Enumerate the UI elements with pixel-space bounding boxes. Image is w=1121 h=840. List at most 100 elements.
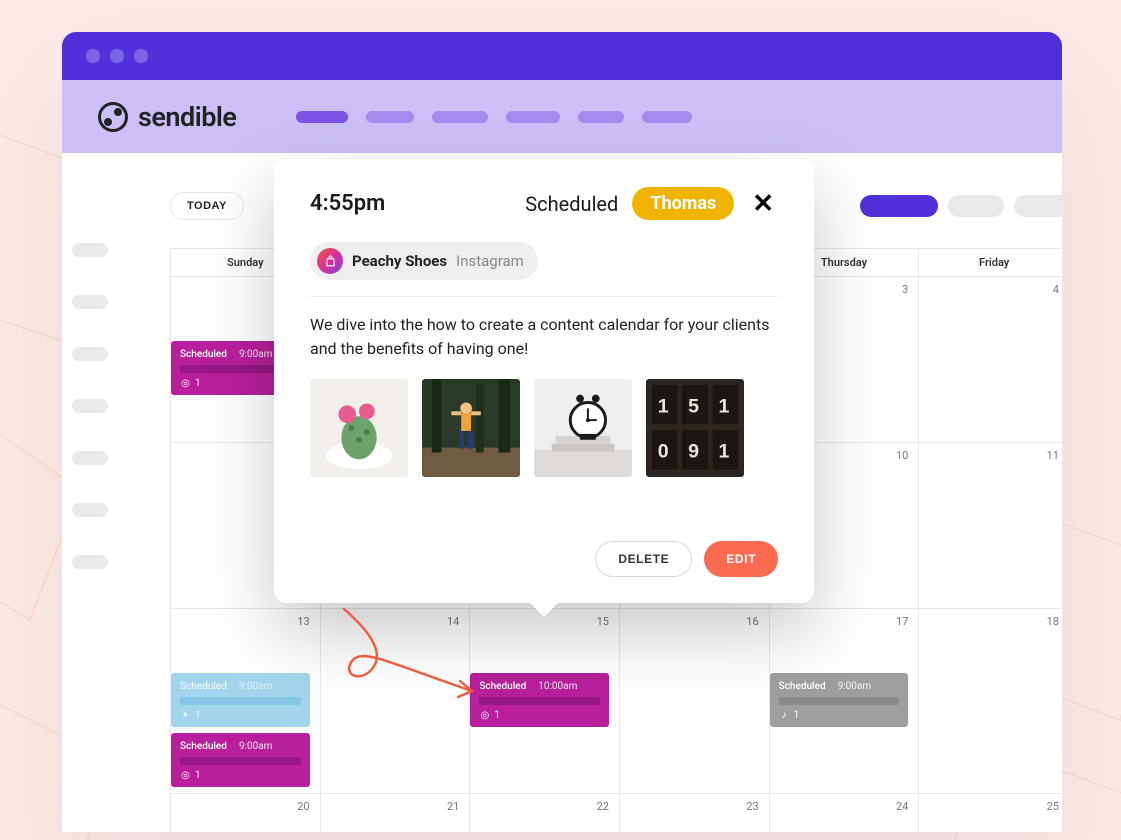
calendar-day[interactable]: 22 (470, 794, 620, 832)
nav-item[interactable] (366, 111, 414, 123)
window-title-bar (62, 32, 1062, 80)
sidebar-item[interactable] (72, 399, 108, 413)
calendar-day[interactable]: 25 (919, 794, 1062, 832)
account-name: Peachy Shoes (352, 252, 447, 270)
thumbnail-image[interactable] (422, 379, 520, 477)
svg-text:5: 5 (688, 395, 699, 417)
calendar-day[interactable]: 14 (321, 609, 471, 794)
traffic-light-dot[interactable] (86, 49, 100, 63)
canvas: sendible TODAY (0, 0, 1121, 840)
instagram-icon: ◎ (180, 378, 191, 389)
thumbnail-row: 151091 (310, 379, 778, 477)
traffic-light-dot[interactable] (134, 49, 148, 63)
calendar-day[interactable]: 15 Scheduled 10:00am ◎ 1 (470, 609, 620, 794)
nav-item[interactable] (296, 111, 348, 123)
event-status: Scheduled (479, 681, 526, 692)
brand-logo-icon (98, 102, 128, 132)
event-count: 1 (195, 378, 201, 389)
day-number: 3 (902, 283, 908, 296)
calendar-day[interactable]: 24 (770, 794, 920, 832)
delete-button[interactable]: DELETE (595, 541, 692, 577)
svg-text:1: 1 (658, 395, 669, 417)
event-popup: 4:55pm Scheduled Thomas ✕ Peachy Shoes I… (274, 159, 814, 603)
brand-name: sendible (138, 101, 236, 133)
calendar-day[interactable]: 17 Scheduled 9:00am ♪ 1 (770, 609, 920, 794)
calendar-day[interactable]: 13 Scheduled 9:00am ✦ 1 (171, 609, 321, 794)
calendar-row: 13 Scheduled 9:00am ✦ 1 (171, 609, 1062, 794)
day-number: 10 (896, 449, 908, 462)
svg-text:9: 9 (688, 440, 699, 462)
popup-actions: DELETE EDIT (310, 541, 778, 577)
calendar-row: 20 21 22 23 24 25 (171, 794, 1062, 832)
event-content-bar (180, 697, 301, 705)
event-time: 9:00am (838, 681, 872, 692)
instagram-icon: ◎ (479, 710, 490, 721)
sidebar-item[interactable] (72, 555, 108, 569)
today-button[interactable]: TODAY (170, 192, 244, 220)
calendar-day[interactable]: 4 (919, 277, 1062, 443)
shopping-bag-icon (317, 248, 343, 274)
calendar-day[interactable]: 21 (321, 794, 471, 832)
day-number: 22 (597, 800, 609, 813)
thumbnail-image[interactable] (310, 379, 408, 477)
account-chip[interactable]: Peachy Shoes Instagram (310, 242, 538, 280)
traffic-light-dot[interactable] (110, 49, 124, 63)
event-count: 1 (794, 710, 800, 721)
thumbnail-image[interactable] (534, 379, 632, 477)
divider (310, 296, 778, 297)
day-number: 15 (597, 615, 609, 628)
event-content-bar (479, 697, 600, 705)
event-time: 10:00am (538, 681, 577, 692)
event-time: 9:00am (239, 349, 273, 360)
twitter-icon: ✦ (180, 710, 191, 721)
event-time: 9:00am (239, 741, 273, 752)
sidebar-item[interactable] (72, 243, 108, 257)
day-number: 23 (746, 800, 758, 813)
event-status: Scheduled (180, 741, 227, 752)
day-number: 18 (1047, 615, 1059, 628)
nav-item[interactable] (578, 111, 624, 123)
event-card-instagram[interactable]: Scheduled 9:00am ◎ 1 (171, 733, 310, 787)
weekday-header: Friday (919, 249, 1062, 277)
calendar-day[interactable]: 23 (620, 794, 770, 832)
day-number: 13 (297, 615, 309, 628)
popup-body: We dive into the how to create a content… (310, 313, 778, 361)
sidebar-item[interactable] (72, 451, 108, 465)
day-number: 24 (896, 800, 908, 813)
tiktok-icon: ♪ (779, 710, 790, 721)
view-switcher (860, 195, 1062, 217)
sidebar-item[interactable] (72, 503, 108, 517)
brand[interactable]: sendible (98, 101, 236, 133)
thumbnail-image[interactable]: 151091 (646, 379, 744, 477)
close-icon[interactable]: ✕ (748, 189, 778, 219)
popup-status: Scheduled (525, 192, 618, 216)
event-status: Scheduled (180, 681, 227, 692)
event-card-twitter[interactable]: Scheduled 9:00am ✦ 1 (171, 673, 310, 727)
nav-item[interactable] (432, 111, 488, 123)
view-option[interactable] (1014, 195, 1062, 217)
calendar-day[interactable]: 11 (919, 443, 1062, 609)
popup-user-badge[interactable]: Thomas (632, 187, 734, 220)
svg-text:1: 1 (719, 440, 730, 462)
day-number: 20 (297, 800, 309, 813)
nav-item[interactable] (506, 111, 560, 123)
app-header: sendible (62, 80, 1062, 153)
calendar-day[interactable]: 16 (620, 609, 770, 794)
day-number: 14 (447, 615, 459, 628)
event-card-instagram[interactable]: Scheduled 10:00am ◎ 1 (470, 673, 609, 727)
sidebar-item[interactable] (72, 347, 108, 361)
edit-button[interactable]: EDIT (704, 541, 778, 577)
view-option[interactable] (948, 195, 1004, 217)
view-option[interactable] (860, 195, 938, 217)
nav-item[interactable] (642, 111, 692, 123)
event-time: 9:00am (239, 681, 273, 692)
sidebar-item[interactable] (72, 295, 108, 309)
day-number: 25 (1047, 800, 1059, 813)
svg-text:0: 0 (658, 440, 669, 462)
calendar-day[interactable]: 18 (919, 609, 1062, 794)
popup-header: 4:55pm Scheduled Thomas ✕ (310, 187, 778, 220)
event-card-tiktok[interactable]: Scheduled 9:00am ♪ 1 (770, 673, 909, 727)
calendar-day[interactable]: 20 (171, 794, 321, 832)
day-number: 11 (1047, 449, 1059, 462)
day-number: 21 (447, 800, 459, 813)
